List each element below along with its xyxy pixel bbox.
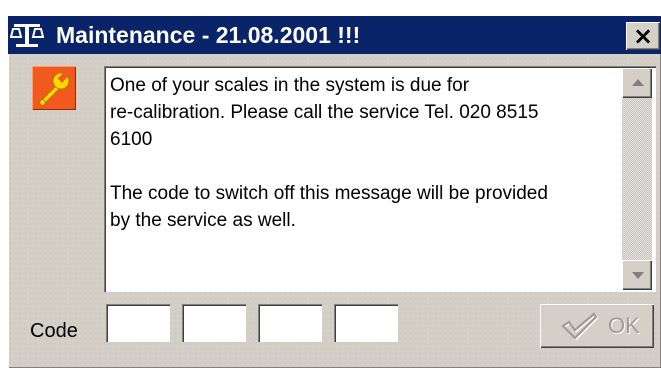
title-bar[interactable]: Maintenance - 21.08.2001 !!! × <box>8 16 661 54</box>
code-field-2[interactable] <box>182 304 246 342</box>
arrow-down-icon <box>632 272 644 279</box>
code-field-3[interactable] <box>258 304 322 342</box>
code-field-4[interactable] <box>334 304 398 342</box>
close-button[interactable]: × <box>626 22 660 50</box>
message-box[interactable]: One of your scales in the system is due … <box>104 66 656 292</box>
message-text: One of your scales in the system is due … <box>110 75 548 231</box>
maintenance-dialog: Maintenance - 21.08.2001 !!! × One of yo… <box>8 16 661 368</box>
wrench-icon <box>32 66 76 110</box>
code-label: Code <box>30 320 78 342</box>
window-title: Maintenance - 21.08.2001 !!! <box>56 22 361 48</box>
ok-button[interactable]: OK <box>540 304 654 348</box>
code-field-1[interactable] <box>106 304 170 342</box>
vertical-scrollbar[interactable] <box>622 68 652 290</box>
arrow-up-icon <box>632 79 644 86</box>
scroll-up-button[interactable] <box>622 68 652 98</box>
scroll-down-button[interactable] <box>622 260 652 290</box>
checkmark-icon <box>561 312 599 340</box>
close-icon: × <box>632 22 654 50</box>
ok-button-label: OK <box>608 313 640 338</box>
scale-icon <box>9 21 45 49</box>
